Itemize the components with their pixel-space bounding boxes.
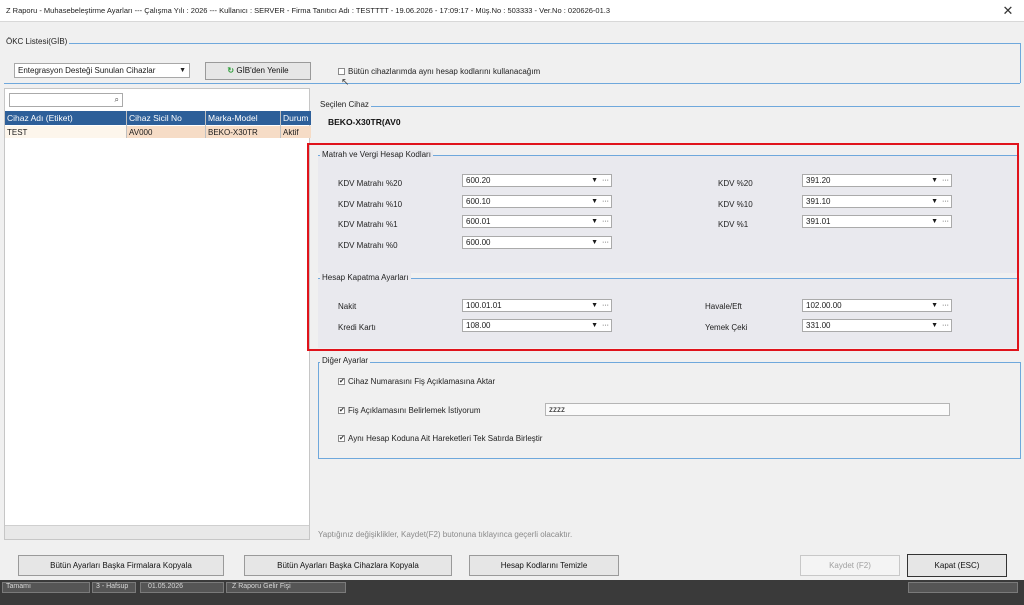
row-device-model: BEKO-X30TR [208,128,258,137]
opt1-checkbox[interactable]: ✔ [338,378,345,385]
grid-divider [205,111,206,138]
okc-group-border-right [1020,43,1021,83]
save-button[interactable]: Kaydet (F2) [800,555,900,576]
bg-item-3: 01.05.2026 [148,583,184,590]
opt2-label: Fiş Açıklamasını Belirlemek İstiyorum [348,406,481,415]
bg-item-2: 3 - Hafsup [96,583,129,590]
grid-search-input[interactable]: ⌕ [9,93,123,107]
gib-refresh-button[interactable]: ↻ GİB'den Yenile [205,62,311,80]
device-filter-select[interactable]: Entegrasyon Desteği Sunulan Cihazlar ▼ [14,63,190,78]
column-header-status[interactable]: Durum [283,113,309,123]
device-filter-value: Entegrasyon Desteği Sunulan Cihazlar [18,66,156,75]
device-grid: ⌕ Cihaz Adı (Etiket) Cihaz Sicil No Mark… [4,88,311,540]
close-button[interactable]: Kapat (ESC) [907,554,1007,577]
clear-codes-button[interactable]: Hesap Kodlarını Temizle [469,555,619,576]
refresh-icon: ↻ [227,66,235,75]
background-toolbar: Tamamı 3 - Hafsup 01.05.2026 Z Raporu Ge… [0,580,1024,605]
bg-item-1: Tamamı [6,583,31,590]
close-icon[interactable]: ✕ [1000,3,1016,19]
mouse-cursor-icon: ↖ [341,77,350,88]
diger-border-bottom [318,458,1021,459]
grid-divider [126,111,127,138]
okc-group-title: ÖKC Listesi(GİB) [4,37,70,46]
table-row[interactable]: TEST AV000 BEKO-X30TR Aktif [5,126,311,138]
column-header-sicil[interactable]: Cihaz Sicil No [129,113,182,123]
diger-group-title: Diğer Ayarlar [320,356,371,365]
highlight-box [307,143,1019,351]
selected-device-value: BEKO-X30TR(AV0 [328,117,401,127]
okc-group-border-bottom [4,83,1020,84]
opt3-checkbox[interactable]: ✔ [338,435,345,442]
selected-group-border [318,106,1020,107]
same-codes-label: Bütün cihazlarımda aynı hesap kodlarını … [348,67,541,76]
column-header-model[interactable]: Marka-Model [208,113,258,123]
column-header-name[interactable]: Cihaz Adı (Etiket) [7,113,73,123]
row-device-status: Aktif [283,128,299,137]
bg-item-4: Z Raporu Gelir Fişi [232,583,291,590]
grid-header: Cihaz Adı (Etiket) Cihaz Sicil No Marka-… [5,111,311,125]
diger-border-right [1020,362,1021,458]
copy-to-devices-button[interactable]: Bütün Ayarları Başka Cihazlara Kopyala [244,555,452,576]
opt2-checkbox[interactable]: ✔ [338,407,345,414]
title-bar: Z Raporu - Muhasebeleştirme Ayarları ---… [0,0,1024,22]
grid-footer [5,525,309,539]
row-device-name: TEST [7,128,28,137]
row-device-sicil: AV000 [129,128,153,137]
info-text: Yaptığınız değişiklikler, Kaydet(F2) but… [318,530,573,539]
fis-aciklama-input[interactable]: zzzz [545,403,950,416]
diger-border-top [318,362,1020,363]
selected-device-title: Seçilen Cihaz [318,100,371,109]
window-title: Z Raporu - Muhasebeleştirme Ayarları ---… [6,6,611,15]
same-codes-checkbox[interactable] [338,68,345,75]
chevron-down-icon: ▼ [179,67,186,74]
bg-button [908,582,1018,593]
opt3-label: Aynı Hesap Koduna Ait Hareketleri Tek Sa… [348,434,543,443]
search-icon: ⌕ [114,95,119,104]
gib-refresh-label: GİB'den Yenile [236,66,289,75]
grid-divider [280,111,281,138]
settings-window: Z Raporu - Muhasebeleştirme Ayarları ---… [0,0,1024,580]
okc-group-border-top [4,43,1020,44]
opt1-label: Cihaz Numarasını Fiş Açıklamasına Aktar [348,377,496,386]
diger-border-left [318,362,319,458]
copy-to-firms-button[interactable]: Bütün Ayarları Başka Firmalara Kopyala [18,555,224,576]
